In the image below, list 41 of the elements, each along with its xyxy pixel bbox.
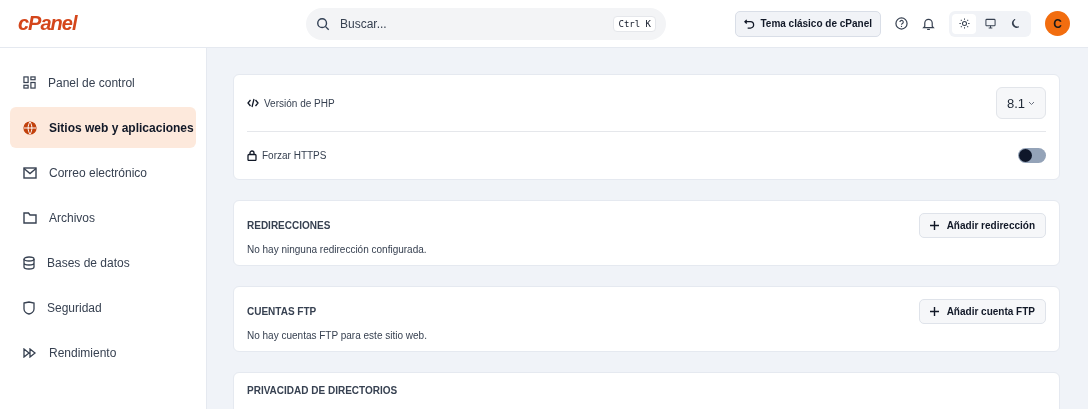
cpanel-logo[interactable]: cPanel <box>18 12 306 35</box>
sidebar-item[interactable]: Rendimiento <box>10 332 196 373</box>
empty-message: No hay cuentas FTP para este sitio web. <box>247 330 428 341</box>
search-icon <box>316 16 330 31</box>
toggle-switch[interactable] <box>1018 148 1046 163</box>
bell-icon[interactable] <box>922 16 935 31</box>
classic-theme-button[interactable]: Tema clásico de cPanel <box>735 10 881 37</box>
section-title: REDIRECCIONES <box>247 220 331 231</box>
help-icon[interactable] <box>895 17 908 30</box>
add-button[interactable]: Añadir redirección <box>918 213 1046 238</box>
lock-icon <box>247 150 257 161</box>
plus-icon <box>929 221 939 230</box>
setting-label: Forzar HTTPS <box>262 150 327 161</box>
sidebar-item[interactable]: Sitios web y aplicaciones <box>10 107 196 148</box>
php-version-select[interactable]: 8.1 <box>995 87 1046 119</box>
sidebar-item[interactable]: Archivos <box>10 197 196 238</box>
section-title: CUENTAS FTP <box>247 306 317 317</box>
user-avatar[interactable]: C <box>1045 11 1070 36</box>
plus-icon <box>929 307 939 316</box>
mail-icon <box>23 166 37 179</box>
folder-icon <box>23 211 37 224</box>
fast-forward-icon <box>23 347 37 358</box>
sidebar-item[interactable]: Bases de datos <box>10 242 196 283</box>
grid-icon <box>23 76 36 89</box>
shield-icon <box>23 300 35 315</box>
code-icon <box>247 98 259 108</box>
sidebar-item[interactable]: Panel de control <box>10 62 196 103</box>
sun-icon[interactable] <box>952 13 976 34</box>
shortcut-hint: Ctrl K <box>613 15 656 32</box>
sidebar-item[interactable]: Seguridad <box>10 287 196 328</box>
section-title: PRIVACIDAD DE DIRECTORIOS <box>247 385 398 396</box>
undo-icon <box>744 18 756 29</box>
add-button[interactable]: Añadir cuenta FTP <box>918 299 1046 324</box>
empty-message: No hay ninguna redirección configurada. <box>247 244 428 255</box>
globe-icon <box>23 120 37 135</box>
sidebar-item[interactable]: Correo electrónico <box>10 152 196 193</box>
chevron-down-icon <box>1028 100 1035 106</box>
search-field[interactable]: Buscar... <box>338 15 606 32</box>
database-icon <box>23 255 35 270</box>
search-bar[interactable]: Buscar... Ctrl K <box>306 7 666 40</box>
setting-label: Versión de PHP <box>264 97 335 109</box>
